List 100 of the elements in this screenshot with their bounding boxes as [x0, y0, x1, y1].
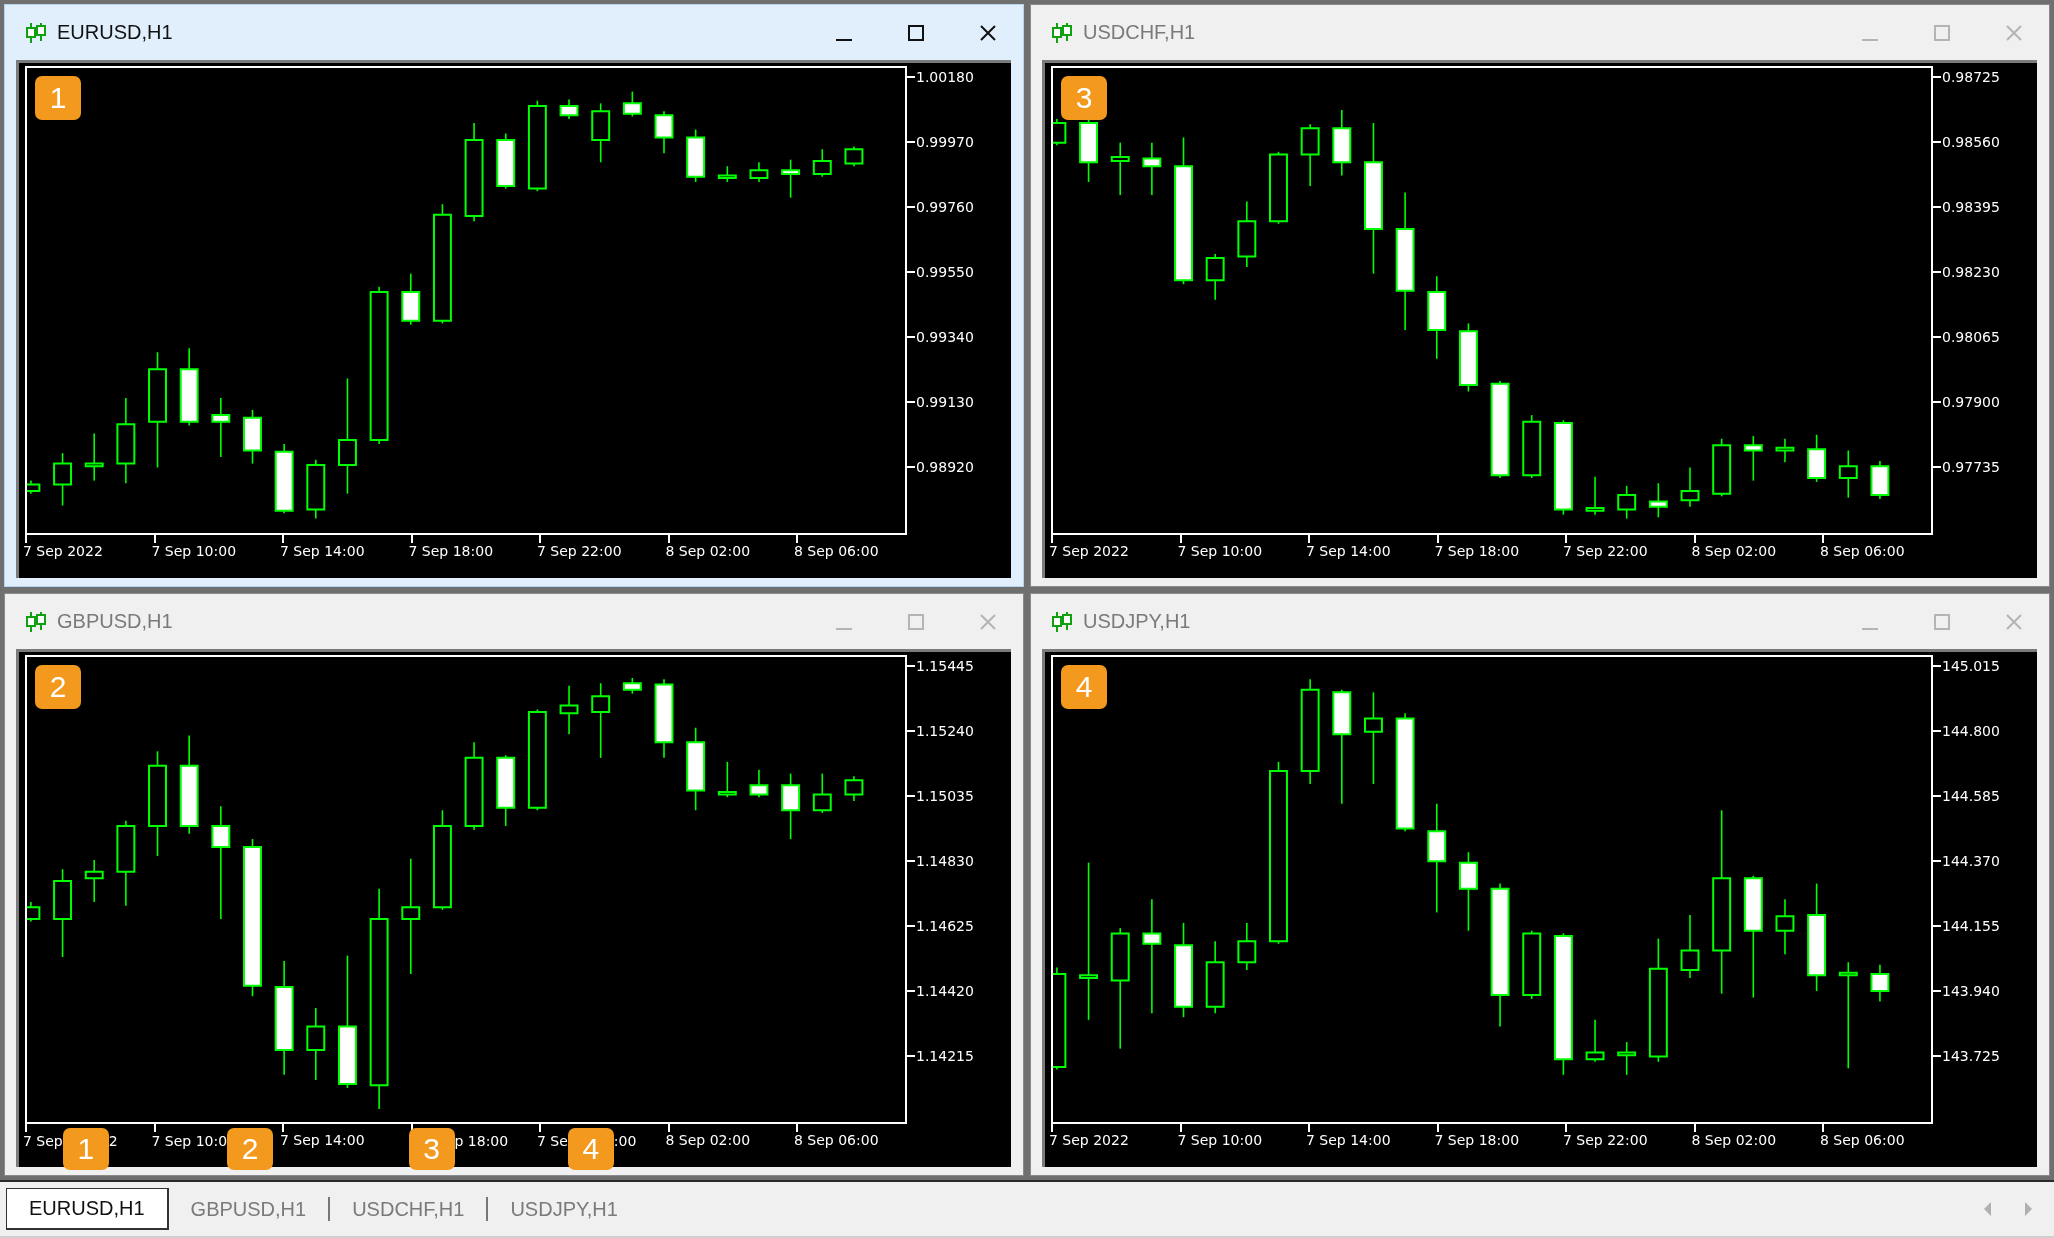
price-label: 1.15445: [916, 657, 974, 674]
price-label: 0.97900: [1942, 393, 2000, 410]
price-label: 144.585: [1942, 787, 2000, 804]
time-label: 7 Sep 22:00: [1563, 543, 1648, 559]
number-badge: 4: [1061, 665, 1107, 709]
number-badge: 1: [62, 1128, 109, 1170]
time-label: 8 Sep 06:00: [794, 1132, 879, 1148]
candlestick: [1712, 437, 1732, 498]
candlestick: [1617, 1041, 1637, 1076]
time-label: 7 Sep 2022: [23, 543, 103, 559]
candlestick: [1458, 322, 1478, 393]
time-label: 8 Sep 06:00: [1820, 543, 1905, 559]
time-label: 7 Sep 22:00: [537, 543, 622, 559]
candlestick-icon: [1051, 610, 1073, 633]
candlestick: [1617, 485, 1637, 520]
candlestick: [401, 272, 421, 326]
price-label: 143.725: [1942, 1047, 2000, 1064]
number-badge: 2: [35, 665, 81, 709]
candlestick-icon: [1051, 21, 1073, 44]
time-label: p 18:00: [454, 1132, 509, 1149]
time-label: 7 Sep 10:00: [1177, 1132, 1263, 1148]
candlestick: [1870, 964, 1890, 1003]
price-label: 0.98560: [1942, 133, 2000, 150]
candlestick: [844, 775, 864, 802]
price-label: 0.98065: [1942, 328, 2000, 345]
time-label: 7 Sep 14:00: [280, 1132, 365, 1148]
candlestick: [27, 901, 41, 923]
maximize-icon[interactable]: [907, 23, 925, 42]
candlestick: [1522, 414, 1542, 479]
candlestick: [1585, 1019, 1605, 1063]
number-badge: 2: [227, 1128, 274, 1170]
candlestick-icon: [25, 21, 47, 44]
price-label: 1.00180: [916, 68, 974, 85]
candlestick: [1205, 253, 1225, 301]
price-label: 144.155: [1942, 917, 2000, 934]
time-label: 8 Sep 06:00: [794, 543, 879, 559]
candlestick: [749, 768, 769, 798]
price-label: 0.99970: [916, 133, 974, 150]
candlestick: [686, 128, 706, 183]
candlestick: [496, 132, 516, 190]
price-label: 0.99340: [916, 328, 974, 345]
chart-tab[interactable]: USDJPY,H1: [488, 1189, 640, 1229]
candlestick: [274, 443, 294, 515]
price-label: 0.99550: [916, 263, 974, 280]
candlestick: [844, 145, 864, 168]
price-label: 0.98725: [1942, 68, 2000, 85]
candlestick: [27, 479, 41, 495]
candlestick: [84, 432, 104, 482]
time-label: 7 Sep 10:0: [151, 1132, 228, 1149]
candlestick: [1870, 460, 1890, 500]
time-label: 8 Sep 02:00: [665, 543, 751, 559]
candlestick: [622, 677, 642, 695]
time-label: 8 Sep 02:00: [1691, 1132, 1777, 1148]
time-label: 7 Sep 10:00: [1177, 543, 1263, 559]
price-label: 0.98395: [1942, 198, 2000, 215]
candlestick: [1300, 123, 1320, 187]
close-icon[interactable]: [979, 23, 997, 42]
candlestick: [559, 685, 579, 736]
chart-tab[interactable]: EURUSD,H1: [6, 1188, 169, 1230]
candlestick: [717, 165, 737, 183]
candlestick: [812, 148, 832, 178]
price-label: 144.800: [1942, 722, 2000, 739]
number-badge: 1: [35, 76, 81, 120]
candlestick: [211, 397, 231, 458]
candlestick: [1332, 109, 1352, 177]
price-label: 1.14625: [916, 917, 974, 934]
number-badge: 3: [408, 1128, 455, 1170]
time-label: 7 Sep 18:00: [1434, 543, 1520, 559]
price-label: 0.98920: [916, 458, 974, 475]
time-label: 7 Sep 18:00: [408, 543, 494, 559]
price-label: 1.15035: [916, 787, 974, 804]
price-label: 0.97735: [1942, 458, 2000, 475]
time-label: 7 Sep 14:00: [280, 543, 365, 559]
time-label: 7 Sep 2022: [1049, 543, 1129, 559]
chart-tab[interactable]: GBPUSD,H1: [168, 1189, 329, 1229]
candlestick: [1110, 141, 1130, 196]
time-label: 7 Se: [537, 1132, 568, 1149]
price-label: 0.99760: [916, 198, 974, 215]
price-label: 143.940: [1942, 982, 2000, 999]
price-label: 145.015: [1942, 657, 2000, 674]
scroll-left-icon[interactable]: [1984, 1202, 1992, 1216]
candlestick: [306, 458, 326, 520]
time-label: 8 Sep 06:00: [1820, 1132, 1905, 1148]
price-label: 1.14215: [916, 1047, 974, 1064]
candlestick: [1807, 433, 1827, 483]
price-label: 0.98230: [1942, 263, 2000, 280]
price-label: 1.14830: [916, 852, 974, 869]
chart-tab[interactable]: USDCHF,H1: [330, 1189, 487, 1229]
candlestick: [717, 761, 737, 798]
candlestick: [1237, 922, 1257, 971]
candlestick: [1648, 482, 1668, 519]
candlestick: [1585, 475, 1605, 516]
time-label: 7 Sep 22:00: [1563, 1132, 1648, 1148]
candlestick: [559, 98, 579, 120]
candlestick: [1743, 435, 1763, 482]
price-label: 144.370: [1942, 852, 2000, 869]
candlestick: [243, 409, 262, 465]
scroll-right-icon[interactable]: [2024, 1202, 2032, 1216]
candlestick: [781, 772, 801, 840]
candlestick: [53, 452, 73, 507]
